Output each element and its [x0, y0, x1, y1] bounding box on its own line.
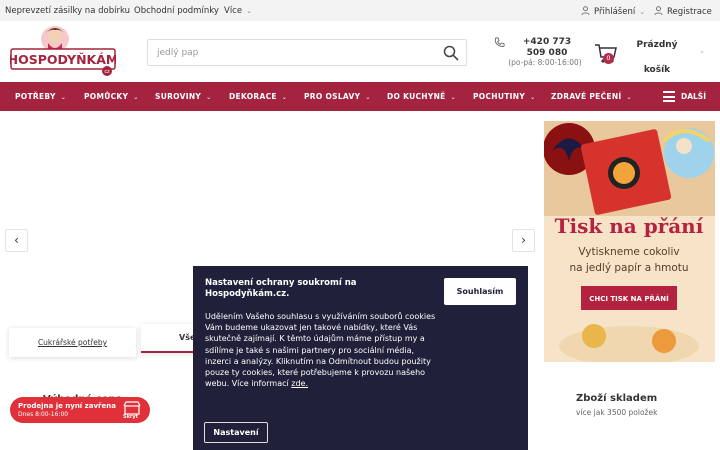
search-input[interactable] [148, 40, 428, 66]
print-banner[interactable]: Tisk na přání Vytiskneme cokoliv na jedl… [544, 121, 715, 362]
nav-item-do-kuchyne[interactable]: DO KUCHYNĚ ⌄ [387, 92, 456, 101]
nav-item-suroviny[interactable]: SUROVINY ⌄ [155, 92, 211, 101]
nav-item-pomucky[interactable]: POMŮCKY ⌄ [84, 92, 139, 101]
chevron-down-icon: ⌄ [450, 94, 456, 101]
phone-icon [494, 37, 505, 47]
chevron-down-icon: ⌄ [626, 94, 632, 101]
slider-next-button[interactable]: › [512, 229, 535, 252]
main-nav: POTŘEBY ⌄ POMŮCKY ⌄ SUROVINY ⌄ DEKORACE ⌄ PR… [0, 82, 720, 111]
cart-button[interactable]: 0 [594, 41, 618, 65]
store-status-badge[interactable]: Prodejna je nyní zavřena Dnes 8:00-16:00… [10, 397, 150, 423]
cookie-body: Udělením Vašeho souhlasu s využíváním so… [205, 312, 436, 389]
banner-subline-1: Vytiskneme cokoliv [578, 246, 679, 258]
user-icon [581, 6, 590, 15]
chevron-down-icon: ⌄ [699, 47, 705, 55]
nav-item-dekorace[interactable]: DEKORACE ⌄ [229, 92, 287, 101]
phone-number[interactable]: +420 773 509 080 [512, 37, 582, 59]
top-bar: Neprevzetí zásilky na dobírku Obchodní p… [0, 0, 720, 21]
nav-item-potreby[interactable]: POTŘEBY ⌄ [15, 92, 66, 101]
cart-label[interactable]: Prázdný košík [628, 33, 686, 83]
chevron-down-icon: ⌄ [639, 8, 646, 16]
svg-text:cz: cz [104, 69, 110, 75]
store-status-hide[interactable]: Skrýt [123, 414, 138, 420]
chevron-down-icon: ⌄ [60, 94, 67, 101]
phone-hours: (po-pá: 8:00-16:00) [508, 58, 582, 67]
user-icon [654, 6, 663, 15]
hamburger-icon [663, 91, 675, 102]
banner-headline: Tisk na přání [555, 214, 704, 238]
cookie-more-link[interactable]: zde. [291, 379, 308, 388]
chevron-down-icon: ⌄ [281, 94, 288, 101]
search-icon[interactable] [443, 45, 459, 61]
banner-cta-label: CHCI TISK NA PŘÁNÍ [589, 294, 669, 303]
slider-prev-button[interactable]: ‹ [5, 229, 28, 252]
logo-text: HOSPODYŇKÁM [10, 52, 116, 67]
chevron-down-icon: ⌄ [530, 94, 536, 101]
topbar-more[interactable]: Více ⌄ [224, 6, 252, 16]
tab-vse[interactable]: Vše [141, 324, 201, 353]
store-status-line1: Prodejna je nyní zavřena [18, 402, 116, 410]
search-box [147, 39, 467, 66]
store-status-line2: Dnes 8:00-16:00 [18, 411, 69, 418]
cookie-title: Nastavení ochrany soukromí na Hospodyňká… [205, 278, 357, 299]
tab-cukrarske-potreby[interactable]: Cukrářské potřeby [9, 328, 136, 357]
chevron-down-icon: ⌄ [206, 94, 212, 101]
feature-title-stock: Zboží skladem [576, 393, 658, 404]
cookie-settings-button[interactable]: Nastavení [204, 422, 268, 443]
banner-artwork: Tisk na přání Vytiskneme cokoliv na jedl… [544, 121, 715, 362]
chevron-down-icon: ⌄ [246, 7, 252, 15]
topbar-link-terms[interactable]: Obchodní podmínky [134, 6, 219, 16]
register-link[interactable]: Registrace [654, 6, 712, 17]
site-logo[interactable]: HOSPODYŇKÁM cz [10, 25, 116, 77]
nav-item-pochutiny[interactable]: POCHUTINY ⌄ [473, 92, 535, 101]
login-link[interactable]: Přihlášení ⌄ [581, 6, 645, 17]
feature-subtitle-stock: více jak 3500 položek [576, 408, 658, 417]
cart-count-badge: 0 [603, 53, 614, 64]
chevron-down-icon: ⌄ [365, 94, 371, 101]
cookie-agree-button[interactable]: Souhlasím [444, 278, 516, 305]
cookie-dialog: Nastavení ochrany soukromí na Hospodyňká… [193, 266, 528, 450]
banner-subline-2: na jedlý papír a hmotu [569, 262, 688, 274]
topbar-link-cod[interactable]: Neprevzetí zásilky na dobírku [5, 6, 130, 16]
nav-item-zdrave-peceni[interactable]: ZDRAVÉ PEČENÍ ⌄ [551, 92, 632, 101]
chevron-down-icon: ⌄ [133, 94, 139, 101]
nav-item-pro-oslavy[interactable]: PRO OSLAVY ⌄ [304, 92, 371, 101]
